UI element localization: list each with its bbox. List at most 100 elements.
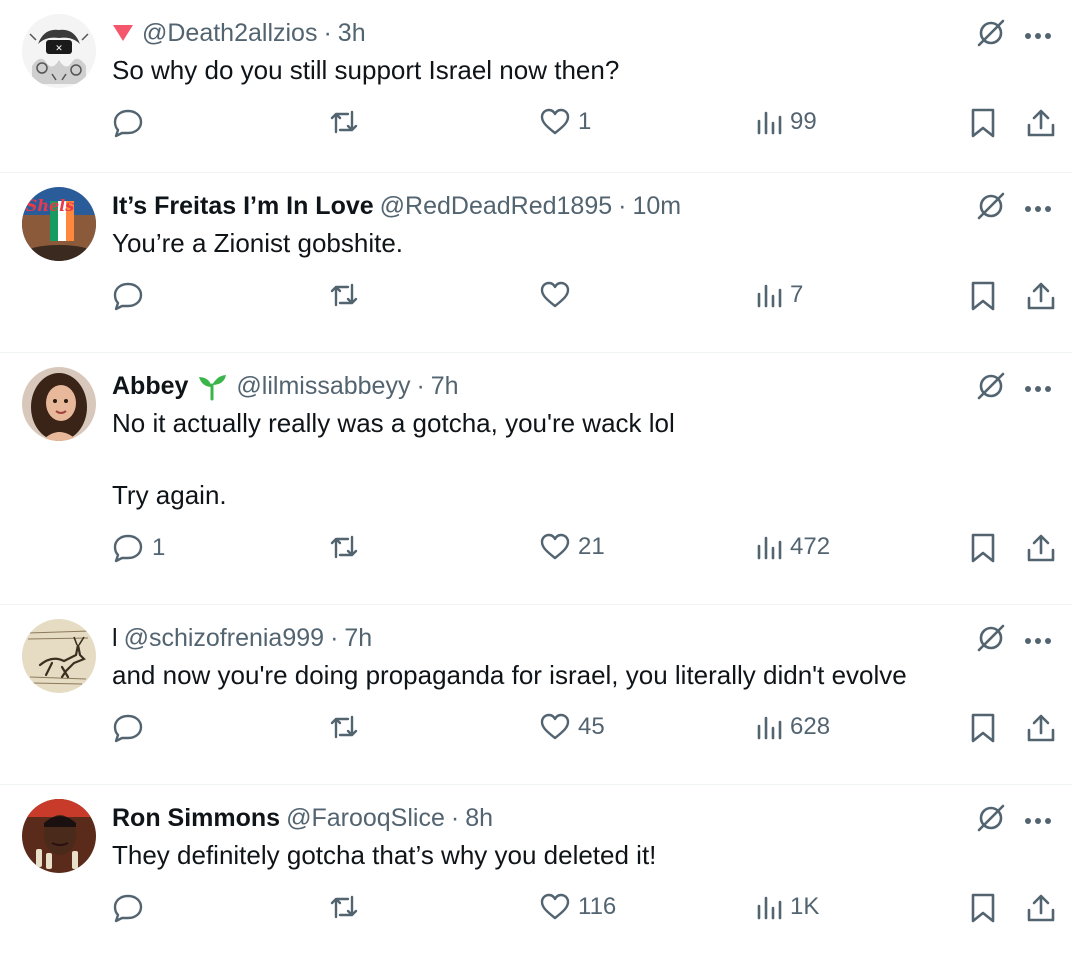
bookmark-icon	[970, 713, 996, 743]
tweet-text: and now you're doing propaganda for isra…	[112, 660, 907, 690]
views-button[interactable]: 7	[756, 281, 803, 309]
views-icon	[756, 534, 782, 560]
tweet-text: No it actually really was a gotcha, you'…	[112, 408, 675, 510]
like-icon	[540, 893, 570, 921]
more-icon[interactable]	[1024, 812, 1052, 830]
retweet-button[interactable]	[328, 893, 360, 921]
avatar[interactable]: ✕	[22, 14, 96, 88]
handle[interactable]: @lilmissabbeyy	[236, 367, 410, 405]
bookmark-button[interactable]	[970, 281, 996, 311]
views-button[interactable]: 1K	[756, 893, 819, 921]
display-name[interactable]: It’s Freitas I’m In Love	[112, 187, 374, 225]
tweet[interactable]: Abbey @lilmissabbeyy · 7h No it actually…	[0, 353, 1072, 605]
grok-icon[interactable]	[976, 191, 1006, 226]
reply-button[interactable]	[112, 893, 152, 923]
more-icon[interactable]	[1024, 632, 1052, 650]
views-icon	[756, 714, 782, 740]
retweet-button[interactable]	[328, 713, 360, 741]
share-button[interactable]	[1026, 108, 1056, 138]
red-triangle-icon	[112, 24, 134, 42]
display-name[interactable]: l	[112, 619, 118, 657]
bookmark-button[interactable]	[970, 713, 996, 743]
more-icon[interactable]	[1024, 380, 1052, 398]
timestamp[interactable]: 7h	[344, 619, 372, 657]
share-button[interactable]	[1026, 533, 1056, 563]
like-icon	[540, 713, 570, 741]
views-button[interactable]: 628	[756, 713, 830, 741]
like-count: 45	[578, 713, 605, 740]
like-button[interactable]	[540, 281, 578, 309]
svg-text:✕: ✕	[55, 44, 63, 54]
share-button[interactable]	[1026, 281, 1056, 311]
more-icon[interactable]	[1024, 27, 1052, 45]
like-count: 1	[578, 108, 592, 135]
share-icon	[1026, 713, 1056, 743]
timestamp[interactable]: 3h	[338, 14, 366, 52]
separator-dot: ·	[330, 624, 339, 652]
views-icon	[756, 282, 782, 308]
reply-button[interactable]	[112, 713, 152, 743]
view-count: 472	[790, 533, 831, 560]
tweet[interactable]: ✕ @Death2allzios · 3h So why do you stil…	[0, 0, 1072, 173]
view-count: 99	[790, 108, 817, 135]
like-icon	[540, 108, 570, 136]
separator-dot: ·	[450, 804, 460, 832]
reply-count: 1	[152, 534, 166, 561]
reply-button[interactable]	[112, 281, 152, 311]
like-count: 116	[578, 893, 617, 920]
tweet[interactable]: Ron Simmons @FarooqSlice · 8h They defin…	[0, 785, 1072, 954]
share-button[interactable]	[1026, 893, 1056, 923]
share-icon	[1026, 108, 1056, 138]
views-icon	[756, 894, 782, 920]
grok-icon[interactable]	[976, 803, 1006, 838]
handle[interactable]: @Death2allzios	[142, 14, 317, 52]
timestamp[interactable]: 10m	[632, 187, 681, 225]
avatar[interactable]	[22, 367, 96, 441]
tweet-header: Ron Simmons @FarooqSlice · 8h	[112, 799, 1052, 837]
share-icon	[1026, 281, 1056, 311]
handle[interactable]: @FarooqSlice	[286, 799, 445, 837]
share-button[interactable]	[1026, 713, 1056, 743]
views-button[interactable]: 99	[756, 108, 817, 136]
views-button[interactable]: 472	[756, 533, 830, 561]
bookmark-icon	[970, 533, 996, 563]
tweet[interactable]: Shels It’s Freitas I’m In Love @RedDeadR…	[0, 173, 1072, 353]
grok-icon[interactable]	[976, 371, 1006, 406]
retweet-button[interactable]	[328, 533, 360, 561]
avatar[interactable]	[22, 799, 96, 873]
tweet-text: You’re a Zionist gobshite.	[112, 228, 404, 258]
avatar[interactable]	[22, 619, 96, 693]
like-button[interactable]: 1	[540, 108, 591, 136]
like-icon	[540, 533, 570, 561]
bookmark-button[interactable]	[970, 893, 996, 923]
handle[interactable]: @schizofrenia999	[124, 619, 325, 657]
share-icon	[1026, 893, 1056, 923]
bookmark-button[interactable]	[970, 108, 996, 138]
reply-button[interactable]: 1	[112, 533, 165, 563]
avatar[interactable]: Shels	[22, 187, 96, 261]
view-count: 7	[790, 281, 804, 308]
retweet-button[interactable]	[328, 108, 360, 136]
timestamp[interactable]: 7h	[431, 367, 459, 405]
like-button[interactable]: 116	[540, 893, 616, 921]
display-name[interactable]: Abbey	[112, 367, 188, 405]
handle[interactable]: @RedDeadRed1895	[380, 187, 612, 225]
bookmark-icon	[970, 281, 996, 311]
like-button[interactable]: 45	[540, 713, 605, 741]
bookmark-button[interactable]	[970, 533, 996, 563]
grok-icon[interactable]	[976, 623, 1006, 658]
separator-dot: ·	[416, 372, 425, 400]
share-icon	[1026, 533, 1056, 563]
reply-icon	[112, 533, 144, 563]
reply-icon	[112, 713, 144, 743]
timestamp[interactable]: 8h	[465, 799, 493, 837]
retweet-button[interactable]	[328, 281, 360, 309]
like-button[interactable]: 21	[540, 533, 605, 561]
tweet[interactable]: l @schizofrenia999 · 7h and now you're d…	[0, 605, 1072, 785]
display-name[interactable]: Ron Simmons	[112, 799, 280, 837]
reply-button[interactable]	[112, 108, 152, 138]
more-icon[interactable]	[1024, 200, 1052, 218]
grok-icon[interactable]	[976, 18, 1006, 53]
tweet-header: It’s Freitas I’m In Love @RedDeadRed1895…	[112, 187, 1052, 225]
tweet-header: l @schizofrenia999 · 7h	[112, 619, 1052, 657]
